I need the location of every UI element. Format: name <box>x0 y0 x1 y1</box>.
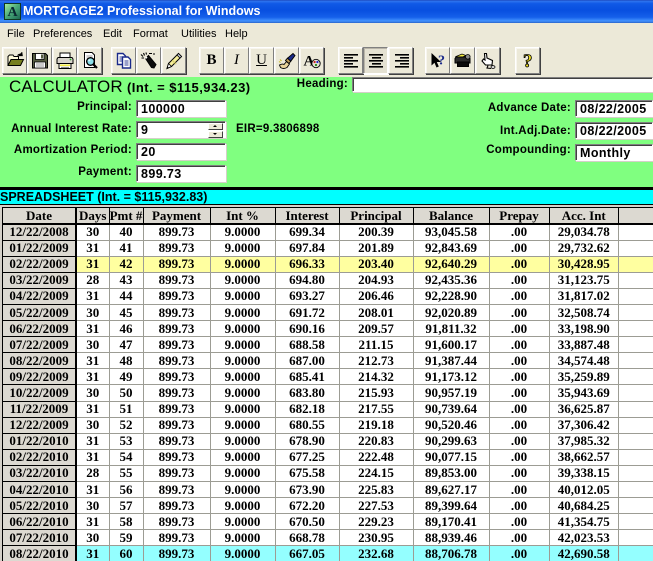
svg-text:?: ? <box>523 52 533 70</box>
svg-text:A: A <box>7 5 18 20</box>
svg-text:?: ? <box>438 54 445 69</box>
